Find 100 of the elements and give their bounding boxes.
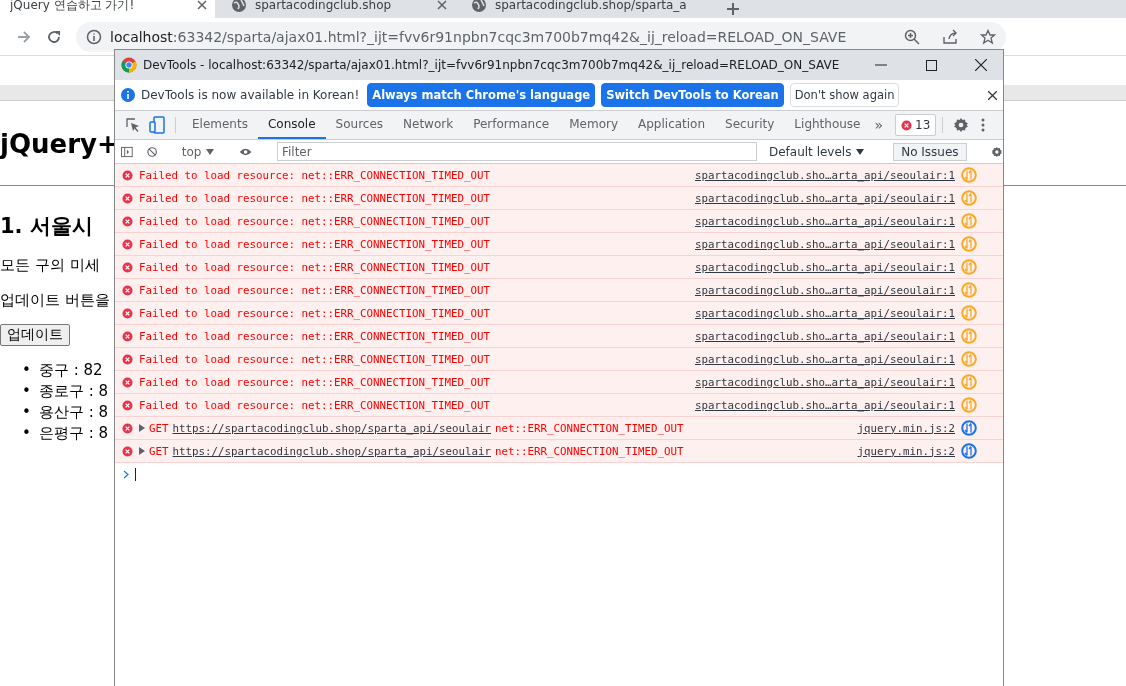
source-link[interactable]: spartacodingclub.sho…arta_api/seoulair:1 [695, 191, 955, 205]
window-title: DevTools - localhost:63342/sparta/ajax01.html?_ijt=fvv6r91npbn7cqc3m700b7mq42&_ij_reload=RELOAD_ON_SAVE [143, 58, 841, 72]
network-icon[interactable] [961, 443, 977, 459]
panel-tab[interactable]: Sources [325, 111, 394, 139]
new-tab-icon[interactable] [725, 1, 741, 17]
error-icon [122, 215, 133, 227]
infobar-button[interactable]: Don't show again [789, 83, 900, 107]
clear-icon[interactable] [146, 144, 157, 159]
browser-tab[interactable]: spartacodingclub.shop [215, 0, 455, 18]
browser-tab[interactable]: jQuery 연습하고 가기! [0, 0, 215, 18]
infobar-button[interactable]: Always match Chrome's language [367, 83, 596, 107]
source-link[interactable]: spartacodingclub.sho…arta_api/seoulair:1 [695, 398, 955, 412]
error-message: net::ERR_CONNECTION_TIMED_OUT [495, 444, 684, 458]
panel-tab[interactable]: Console [257, 111, 326, 139]
caret-icon [856, 148, 865, 155]
info-icon[interactable] [86, 28, 102, 45]
error-icon [122, 169, 133, 181]
close-icon[interactable] [975, 59, 987, 71]
list-item: 은평구 : 8 [38, 423, 108, 444]
star-icon[interactable] [980, 28, 996, 45]
error-icon [122, 445, 133, 457]
source-link[interactable]: spartacodingclub.sho…arta_api/seoulair:1 [695, 306, 955, 320]
bullet: • [22, 381, 31, 402]
settings-icon[interactable] [953, 117, 970, 133]
error-icon [122, 238, 133, 250]
address-bar[interactable]: localhost:63342/sparta/ajax01.html?_ijt=fvv6r91npbn7cqc3m700b7mq42&_ij_reload=RELOAD_ON_SAVE [76, 21, 1006, 52]
info-icon [121, 88, 135, 102]
bullet: • [22, 360, 31, 381]
zoom-icon[interactable] [904, 28, 920, 45]
reload-icon[interactable] [46, 28, 62, 45]
error-message: Failed to load resource: net::ERR_CONNECTION_TIMED_OUT [139, 168, 490, 182]
more-icon[interactable] [981, 118, 986, 132]
update-button[interactable]: 업데이트 [0, 324, 70, 346]
close-icon[interactable] [197, 0, 207, 10]
source-link[interactable]: spartacodingclub.sho…arta_api/seoulair:1 [695, 237, 955, 251]
maximize-icon[interactable] [925, 59, 937, 71]
issues-button[interactable]: No Issues [893, 142, 967, 161]
panel-tab[interactable]: Application [628, 111, 716, 139]
caret-icon [206, 148, 215, 155]
levels-select[interactable]: Default levels [764, 144, 869, 159]
expand-icon[interactable] [139, 447, 145, 455]
error-message: Failed to load resource: net::ERR_CONNECTION_TIMED_OUT [139, 237, 490, 251]
panel-tab[interactable]: Network [393, 111, 464, 139]
paragraph: 업데이트 버튼을 [0, 291, 111, 310]
request-method: GET [149, 444, 169, 458]
share-icon[interactable] [942, 28, 958, 45]
paragraph: 모든 구의 미세 [0, 256, 101, 275]
error-count[interactable]: 13 [895, 114, 937, 136]
request-link[interactable]: https://spartacodingclub.shop/sparta_api/seoulair [172, 421, 492, 435]
source-link[interactable]: spartacodingclub.sho…arta_api/seoulair:1 [695, 329, 955, 343]
error-message: Failed to load resource: net::ERR_CONNECTION_TIMED_OUT [139, 329, 490, 343]
source-link[interactable]: spartacodingclub.sho…arta_api/seoulair:1 [695, 214, 955, 228]
panel-tab[interactable]: Security [715, 111, 785, 139]
error-icon [122, 330, 133, 342]
source-link[interactable]: jquery.min.js:2 [857, 444, 955, 458]
close-icon[interactable] [988, 90, 997, 100]
context-select[interactable]: top [181, 144, 215, 159]
source-link[interactable]: jquery.min.js:2 [857, 421, 955, 435]
error-icon [122, 261, 133, 273]
source-link[interactable]: spartacodingclub.sho…arta_api/seoulair:1 [695, 375, 955, 389]
error-icon [122, 307, 133, 319]
text-cursor [135, 467, 136, 481]
sidebar-icon[interactable] [121, 144, 133, 159]
network-icon[interactable] [961, 420, 977, 436]
panel-tab[interactable]: Lighthouse [784, 111, 871, 139]
panel-tab[interactable]: Performance [463, 111, 560, 139]
inspect-icon[interactable] [125, 117, 141, 133]
panel-tab[interactable]: Elements [182, 111, 258, 139]
forward-icon[interactable] [16, 28, 32, 45]
error-message: net::ERR_CONNECTION_TIMED_OUT [495, 421, 684, 435]
error-icon [122, 192, 133, 204]
panel-tab[interactable]: Memory [559, 111, 628, 139]
error-icon [901, 119, 913, 131]
error-icon [122, 422, 133, 434]
infobar-button[interactable]: Switch DevTools to Korean [601, 83, 784, 107]
chrome-logo-icon [121, 57, 137, 73]
device-icon[interactable] [149, 116, 165, 134]
error-icon [122, 399, 133, 411]
error-message: Failed to load resource: net::ERR_CONNECTION_TIMED_OUT [139, 214, 490, 228]
section-heading: 1. 서울시 [0, 213, 94, 240]
filter-field[interactable]: Filter [276, 142, 757, 161]
error-message: Failed to load resource: net::ERR_CONNECTION_TIMED_OUT [139, 260, 490, 274]
source-link[interactable]: spartacodingclub.sho…arta_api/seoulair:1 [695, 260, 955, 274]
bullet: • [22, 423, 31, 444]
error-icon [122, 353, 133, 365]
browser-tab[interactable]: spartacodingclub.shop/sparta_a [455, 0, 717, 18]
source-link[interactable]: spartacodingclub.sho…arta_api/seoulair:1 [695, 283, 955, 297]
bullet: • [22, 402, 31, 423]
list-item: 종로구 : 8 [38, 381, 108, 402]
error-message: Failed to load resource: net::ERR_CONNECTION_TIMED_OUT [139, 375, 490, 389]
request-link[interactable]: https://spartacodingclub.shop/sparta_api/seoulair [172, 444, 492, 458]
request-method: GET [149, 421, 169, 435]
error-icon [122, 284, 133, 296]
source-link[interactable]: spartacodingclub.sho…arta_api/seoulair:1 [695, 352, 955, 366]
list-item: 용산구 : 8 [38, 402, 108, 423]
page-heading: jQuery+ [0, 129, 113, 161]
source-link[interactable]: spartacodingclub.sho…arta_api/seoulair:1 [695, 168, 955, 182]
error-message: Failed to load resource: net::ERR_CONNECTION_TIMED_OUT [139, 398, 490, 412]
expand-icon[interactable] [139, 424, 145, 432]
more-tabs[interactable]: » [870, 111, 896, 139]
